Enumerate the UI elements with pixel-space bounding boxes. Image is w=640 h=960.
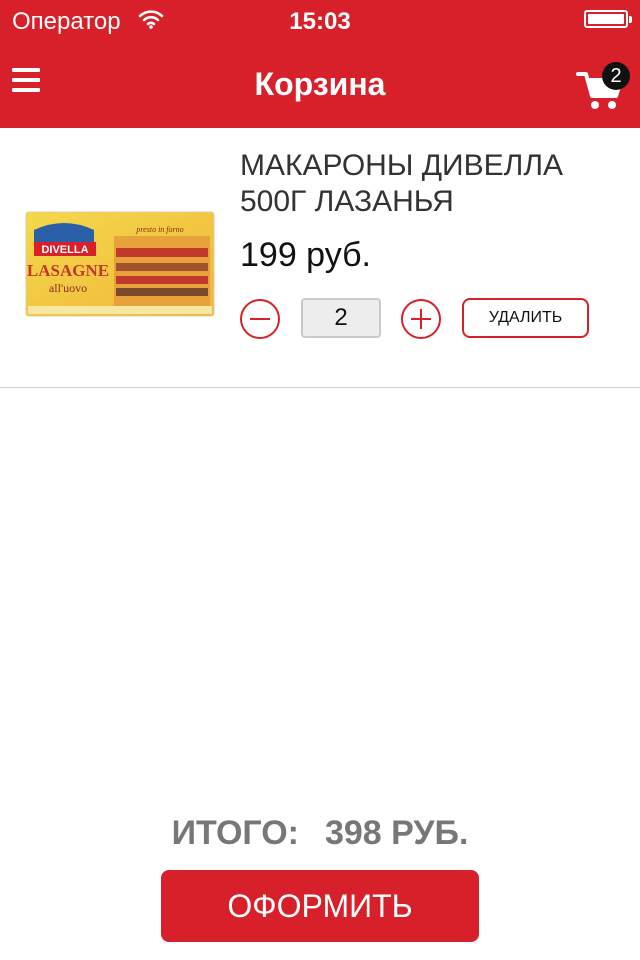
product-image-tag: presto in forno [135, 225, 183, 234]
cart-count-badge: 2 [602, 62, 630, 90]
top-bar: Оператор 15:03 Корзина 2 [0, 0, 640, 128]
total-label: ИТОГО: [171, 814, 299, 852]
product-image-subtitle: all'uovo [49, 281, 87, 295]
product-image-title: LASAGNE [27, 261, 109, 280]
battery-icon [584, 10, 632, 28]
plus-icon[interactable] [401, 299, 441, 339]
product-image-brand: DIVELLA [41, 244, 88, 256]
order-total: ИТОГО: 398 РУБ. [0, 814, 640, 853]
minus-icon[interactable] [240, 299, 280, 339]
quantity-input[interactable] [301, 298, 381, 338]
page-title: Корзина [254, 66, 386, 102]
delete-button[interactable]: УДАЛИТЬ [462, 298, 589, 338]
status-bar: Оператор 15:03 [0, 0, 640, 40]
status-time: 15:03 [289, 8, 351, 35]
cart-item: DIVELLA LASAGNE all'uovo presto in forno… [0, 128, 640, 388]
product-name[interactable]: МАКАРОНЫ ДИВЕЛЛА 500Г ЛАЗАНЬЯ [240, 148, 620, 220]
total-value: 398 РУБ. [324, 814, 469, 852]
product-price: 199 руб. [240, 236, 372, 274]
checkout-button[interactable]: ОФОРМИТЬ [161, 870, 479, 942]
product-image[interactable]: DIVELLA LASAGNE all'uovo presto in forno [24, 208, 218, 322]
